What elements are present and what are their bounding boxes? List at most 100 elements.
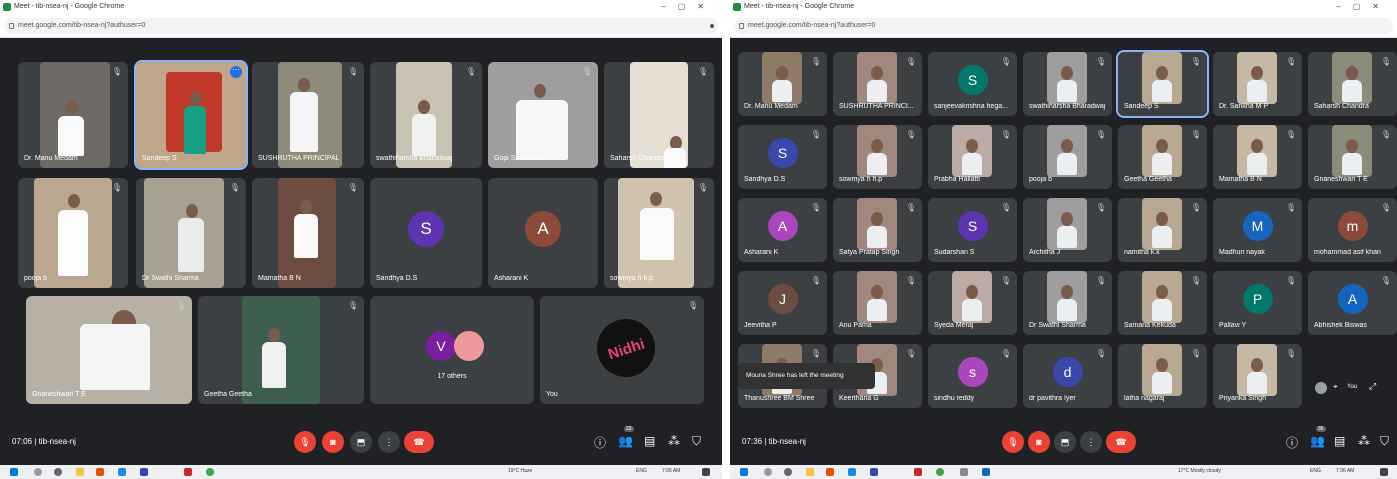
weather-text[interactable]: 17°C Mostly cloudy (1178, 468, 1221, 474)
participant-tile[interactable]: 🎙 Dr. Sankha M P (1213, 52, 1302, 116)
present-button[interactable]: ⬒ (1054, 431, 1076, 453)
mic-toggle-button[interactable]: 🎙 (1002, 431, 1024, 453)
participant-tile[interactable]: S 🎙 Sandhya D.S (738, 125, 827, 189)
participant-tile[interactable]: A 🎙 Asharani K (738, 198, 827, 262)
settings-icon[interactable] (960, 468, 968, 476)
participant-tile[interactable]: S Sandhya D.S (370, 178, 482, 288)
participant-tile[interactable]: 🎙 Satya Pratap Singh (833, 198, 922, 262)
browser-menu-icon[interactable] (710, 24, 714, 28)
participant-tile[interactable]: 🎙 latha nagaraj (1118, 344, 1207, 408)
notifications-icon[interactable] (702, 468, 710, 476)
participant-tile[interactable]: 🎙 Mamatha B N (1213, 125, 1302, 189)
participant-tile[interactable]: 🎙 swathiharsha Bharadwaj (1023, 52, 1112, 116)
camera-toggle-button[interactable]: ◙ (1028, 431, 1050, 453)
chat-icon[interactable]: ▤ (1334, 434, 1345, 448)
task-view-icon[interactable] (784, 468, 792, 476)
participant-tile[interactable]: 🎙 Anu Pama (833, 271, 922, 335)
info-icon[interactable]: ⓘ (594, 434, 606, 451)
mic-toggle-button[interactable]: 🎙 (294, 431, 316, 453)
participant-tile[interactable]: 🎙 sowmya h h.p (604, 178, 714, 288)
participant-tile[interactable]: M 🎙 Madhuri nayak (1213, 198, 1302, 262)
participant-tile[interactable]: 🎙 Gopi Sankha M P (488, 62, 598, 168)
participant-tile[interactable]: s 🎙 sindhu reddy (928, 344, 1017, 408)
people-icon[interactable]: 👥 (618, 434, 633, 448)
pin-icon[interactable]: ⌖ (1333, 382, 1338, 392)
camera-toggle-button[interactable]: ◙ (322, 431, 344, 453)
window-controls[interactable]: –▢✕ (661, 0, 716, 14)
activities-icon[interactable]: ⁂ (1358, 434, 1370, 448)
participant-tile[interactable]: A Asharani K (488, 178, 598, 288)
participant-tile[interactable]: 🎙 Gnaneshwari T E (1308, 125, 1397, 189)
expand-icon[interactable]: ⤢ (1369, 381, 1376, 392)
taskbar-clock[interactable]: 7:36 AM (1336, 468, 1354, 474)
participant-tile[interactable]: 🎙 Prabha Hallatti (928, 125, 1017, 189)
chat-icon[interactable]: ▤ (644, 434, 655, 448)
participant-tile[interactable]: 🎙 Syeda Meraj (928, 271, 1017, 335)
task-view-icon[interactable] (54, 468, 62, 476)
participant-tile[interactable]: 🎙 Dr Swathi Sharma (136, 178, 246, 288)
self-mini-tile[interactable]: ⌖ You ⤢ (1315, 374, 1391, 406)
info-icon[interactable]: ⓘ (1286, 434, 1298, 451)
present-button[interactable]: ⬒ (350, 431, 372, 453)
file-explorer-icon[interactable] (76, 468, 84, 476)
participant-tile[interactable]: 🎙 Geetha Geetha (198, 296, 364, 404)
language-indicator[interactable]: ENG (1310, 468, 1321, 474)
participant-tile[interactable]: S 🎙 Sudarshan S (928, 198, 1017, 262)
opera-icon[interactable] (914, 468, 922, 476)
end-call-button[interactable]: ☎ (404, 431, 434, 453)
participant-tile[interactable]: 🎙 sowmya h h.p (833, 125, 922, 189)
paint-icon[interactable] (96, 468, 104, 476)
chrome-icon[interactable] (206, 468, 214, 476)
participant-tile[interactable]: A 🎙 Abhishek Biswas (1308, 271, 1397, 335)
self-tile[interactable]: Nidhi 🎙 You (540, 296, 704, 404)
participant-tile[interactable]: 🎙 namitha k.k (1118, 198, 1207, 262)
participant-tile[interactable]: J 🎙 Jeevitha P (738, 271, 827, 335)
participant-tile[interactable]: ⋯ Sandeep S (134, 60, 248, 170)
others-tile[interactable]: V 17 others (370, 296, 534, 404)
participant-tile[interactable]: 🎙 Geetha Geetha (1118, 125, 1207, 189)
windows-start-icon[interactable] (740, 468, 748, 476)
participant-tile[interactable]: S 🎙 sanjeevakrishna hega... (928, 52, 1017, 116)
participant-tile[interactable]: 🎙 Saharsh Chandra (604, 62, 714, 168)
shield-icon[interactable]: ⛉ (692, 434, 701, 449)
participant-tile[interactable]: 🎙 Sandeep S (1116, 50, 1209, 118)
edge-icon[interactable] (848, 468, 856, 476)
edge-icon[interactable] (118, 468, 126, 476)
activities-icon[interactable]: ⁂ (668, 434, 680, 448)
app-icon[interactable] (982, 468, 990, 476)
more-options-icon[interactable]: ⋯ (230, 66, 242, 78)
participant-tile[interactable]: 🎙 SUSHRUTHA PRINCI... (833, 52, 922, 116)
participant-tile[interactable]: m 🎙 mohammad asif khan (1308, 198, 1397, 262)
url-field[interactable]: meet.google.com/tib-nsea-nj?authuser=0 (734, 18, 1393, 34)
participant-tile[interactable]: 🎙 Priyanka Singh (1213, 344, 1302, 408)
language-indicator[interactable]: ENG (636, 468, 647, 474)
participant-tile[interactable]: 🎙 SUSHRUTHA PRINCIPAL (252, 62, 364, 168)
participant-tile[interactable]: 🎙 swathiharsha Bharadwaj (370, 62, 482, 168)
participant-tile[interactable]: 🎙 Gnaneshwari T E (26, 296, 192, 404)
participant-tile[interactable]: 🎙 Samana Kekuda (1118, 271, 1207, 335)
participant-tile[interactable]: 🎙 pooja b (18, 178, 128, 288)
participant-tile[interactable]: 🎙 Dr Swathi Sharma (1023, 271, 1112, 335)
shield-icon[interactable]: ⛉ (1380, 434, 1389, 449)
word-icon[interactable] (870, 468, 878, 476)
windows-start-icon[interactable] (10, 468, 18, 476)
more-options-button[interactable]: ⋮ (1080, 431, 1102, 453)
chrome-icon[interactable] (936, 468, 944, 476)
url-field[interactable]: meet.google.com/tib-nsea-nj?authuser=0 (4, 18, 718, 34)
participant-tile[interactable]: d 🎙 dr pavithra Iyer (1023, 344, 1112, 408)
people-icon[interactable]: 👥 (1310, 434, 1325, 448)
participant-tile[interactable]: 🎙 Architha J (1023, 198, 1112, 262)
end-call-button[interactable]: ☎ (1106, 431, 1136, 453)
participant-tile[interactable]: 🎙 Saharsh Chandra (1308, 52, 1397, 116)
file-explorer-icon[interactable] (806, 468, 814, 476)
participant-tile[interactable]: 🎙 Dr. Manu Medam (18, 62, 128, 168)
more-options-button[interactable]: ⋮ (378, 431, 400, 453)
weather-text[interactable]: 19°C Haze (508, 468, 532, 474)
participant-tile[interactable]: P 🎙 Pallavi Y (1213, 271, 1302, 335)
participant-tile[interactable]: 🎙 Dr. Manu Medam (738, 52, 827, 116)
paint-icon[interactable] (826, 468, 834, 476)
participant-tile[interactable]: 🎙 Mamatha B N (252, 178, 364, 288)
taskbar-clock[interactable]: 7:06 AM (662, 468, 680, 474)
notifications-icon[interactable] (1380, 468, 1388, 476)
window-controls[interactable]: –▢✕ (1336, 0, 1391, 14)
